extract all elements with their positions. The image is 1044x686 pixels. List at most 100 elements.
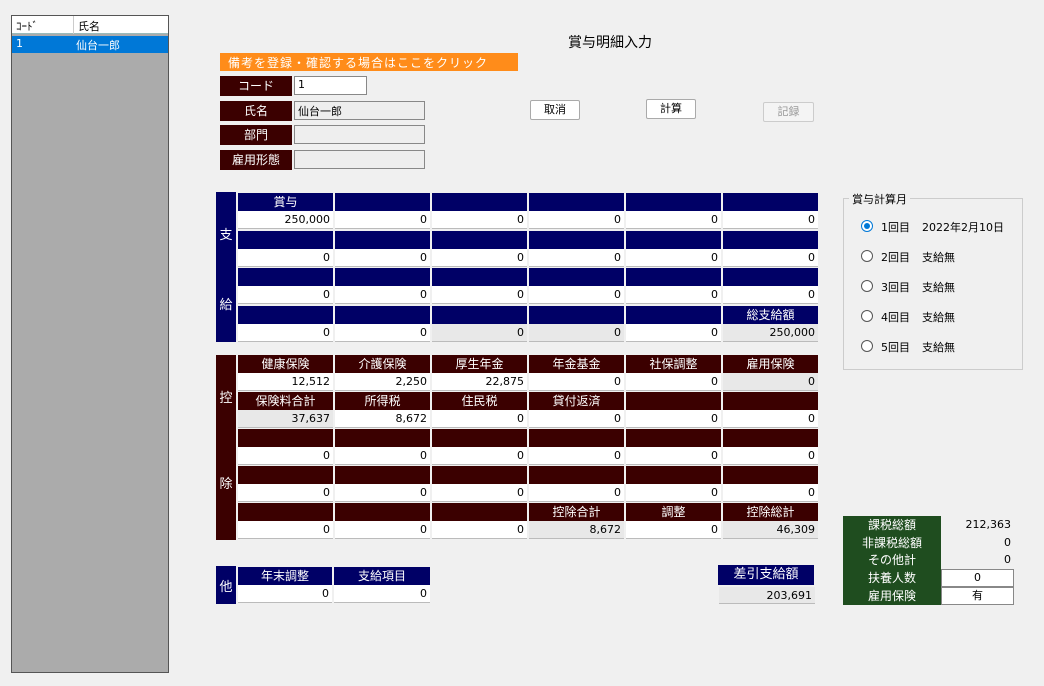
employee-list[interactable]: ｺｰﾄﾞ 氏名 1 仙台一郎	[11, 15, 169, 673]
deduction-header	[238, 466, 333, 484]
payment-value[interactable]: 0	[529, 286, 624, 304]
payment-value[interactable]: 0	[626, 248, 721, 267]
payment-value[interactable]: 0	[723, 211, 818, 229]
deduction-value[interactable]: 0	[335, 521, 430, 539]
payment-value[interactable]: 0	[238, 323, 333, 342]
year-end-adjustment-value[interactable]: 0	[238, 585, 332, 603]
deduction-value[interactable]: 0	[238, 447, 333, 465]
calc-month-option-detail: 支給無	[922, 341, 955, 354]
deduction-value: 0	[723, 373, 818, 391]
deduction-value[interactable]: 0	[432, 521, 527, 539]
dept-label: 部門	[220, 125, 292, 145]
payment-value[interactable]: 0	[335, 323, 430, 342]
deduction-header	[529, 466, 624, 484]
employment-type-field[interactable]	[294, 150, 425, 169]
calc-month-option-detail: 支給無	[922, 251, 955, 264]
deduction-value[interactable]: 0	[723, 410, 818, 428]
code-label: コード	[220, 76, 292, 96]
calc-month-option-number: 2回目	[881, 251, 910, 264]
dept-field[interactable]	[294, 125, 425, 144]
radio-button[interactable]	[861, 250, 873, 262]
payment-header	[432, 230, 527, 249]
deduction-value[interactable]: 0	[723, 484, 818, 502]
payment-value[interactable]: 0	[335, 248, 430, 267]
payment-value[interactable]: 0	[626, 323, 721, 342]
payment-value[interactable]: 0	[626, 211, 721, 229]
employment-insurance-field[interactable]: 有	[941, 587, 1014, 605]
memo-button[interactable]: 備考を登録・確認する場合はここをクリック	[220, 53, 518, 71]
deduction-value[interactable]: 0	[529, 484, 624, 502]
payment-value[interactable]: 0	[529, 248, 624, 267]
payment-value[interactable]: 250,000	[238, 211, 333, 229]
radio-button[interactable]	[861, 280, 873, 292]
calc-month-option-number: 4回目	[881, 311, 910, 324]
list-item-name: 仙台一郎	[76, 39, 120, 52]
deduction-value[interactable]: 0	[432, 484, 527, 502]
net-pay-label: 差引支給額	[718, 565, 814, 585]
payment-value[interactable]: 0	[529, 211, 624, 229]
deduction-value[interactable]: 0	[626, 410, 721, 428]
deduction-header: 控除合計	[529, 503, 624, 521]
employment-type-label: 雇用形態	[220, 150, 292, 170]
deduction-value[interactable]: 12,512	[238, 373, 333, 391]
deduction-value[interactable]: 0	[723, 447, 818, 465]
deduction-value[interactable]: 22,875	[432, 373, 527, 391]
radio-button[interactable]	[861, 340, 873, 352]
payment-value[interactable]: 0	[335, 211, 430, 229]
payment-value[interactable]: 0	[723, 248, 818, 267]
deduction-side-char-bottom: 除	[219, 477, 233, 492]
payment-side-char-top: 支	[219, 228, 233, 243]
deduction-value[interactable]: 0	[238, 521, 333, 539]
deduction-header	[626, 466, 721, 484]
list-col-code[interactable]: ｺｰﾄﾞ	[16, 18, 38, 34]
payment-item-header: 支給項目	[334, 567, 430, 585]
payment-value[interactable]: 0	[238, 286, 333, 304]
deduction-value[interactable]: 0	[238, 484, 333, 502]
payment-value[interactable]: 0	[238, 248, 333, 267]
radio-button[interactable]	[861, 310, 873, 322]
deduction-value[interactable]: 0	[626, 373, 721, 391]
deduction-value[interactable]: 2,250	[335, 373, 430, 391]
payment-item-value[interactable]: 0	[334, 585, 430, 603]
calc-month-option-label: 5回目 支給無	[881, 339, 955, 355]
payment-value[interactable]: 0	[432, 248, 527, 267]
deduction-value[interactable]: 0	[335, 484, 430, 502]
other-side-label: 他	[216, 566, 236, 604]
deduction-value[interactable]: 0	[626, 447, 721, 465]
calc-month-option-label: 2回目 支給無	[881, 249, 955, 265]
deduction-value[interactable]: 0	[626, 484, 721, 502]
deduction-value[interactable]: 0	[529, 447, 624, 465]
payment-value[interactable]: 0	[335, 286, 430, 304]
deduction-header	[723, 392, 818, 410]
deduction-value[interactable]: 0	[529, 373, 624, 391]
payment-value[interactable]: 0	[723, 286, 818, 304]
deduction-side-char-top: 控	[219, 391, 233, 406]
deduction-value[interactable]: 0	[626, 521, 721, 539]
deduction-header: 保険料合計	[238, 392, 333, 410]
deduction-value[interactable]: 0	[529, 410, 624, 428]
deduction-value[interactable]: 0	[432, 447, 527, 465]
payment-header	[529, 230, 624, 249]
code-field[interactable]: 1	[294, 76, 367, 95]
deduction-header	[238, 503, 333, 521]
deduction-value[interactable]: 8,672	[335, 410, 430, 428]
payment-value[interactable]: 0	[432, 211, 527, 229]
page-title: 賞与明細入力	[568, 35, 652, 51]
deduction-value[interactable]: 0	[335, 447, 430, 465]
radio-button[interactable]	[861, 220, 873, 232]
list-item[interactable]: 1 仙台一郎	[12, 36, 168, 53]
payment-value[interactable]: 0	[626, 286, 721, 304]
calc-month-option-label: 4回目 支給無	[881, 309, 955, 325]
list-col-name[interactable]: 氏名	[78, 18, 100, 34]
calc-month-option-number: 3回目	[881, 281, 910, 294]
calc-button[interactable]: 計算	[646, 99, 696, 119]
list-item-code: 1	[16, 37, 23, 50]
dependents-field[interactable]: 0	[941, 569, 1014, 587]
deduction-header	[626, 392, 721, 410]
payment-value[interactable]: 0	[432, 286, 527, 304]
name-field[interactable]: 仙台一郎	[294, 101, 425, 120]
deduction-value[interactable]: 0	[432, 410, 527, 428]
record-button[interactable]: 記録	[763, 102, 814, 122]
cancel-button[interactable]: 取消	[530, 100, 580, 120]
deduction-header	[238, 429, 333, 447]
